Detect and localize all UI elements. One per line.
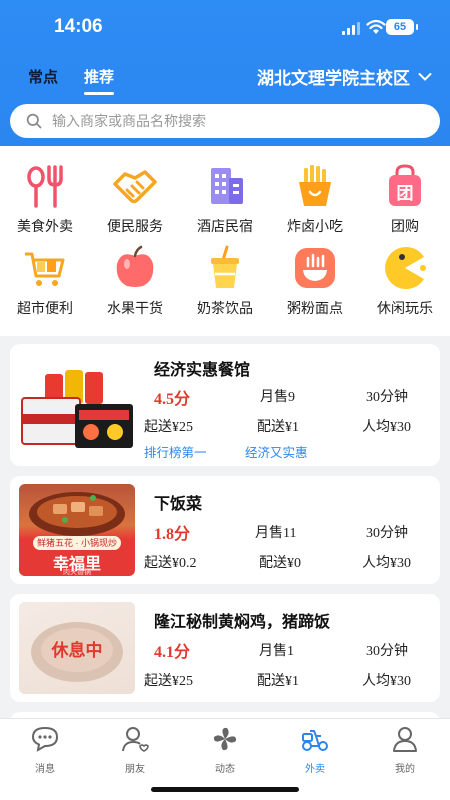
- noodle-bowl-icon: [291, 244, 339, 292]
- braised-pork-image: [29, 492, 125, 536]
- group-buy-bag-icon: 团: [381, 162, 429, 210]
- friends-icon: [122, 727, 149, 752]
- feed-tabs: 常点 推荐: [28, 66, 115, 95]
- nav-moments[interactable]: 动态: [195, 725, 255, 775]
- search-bar[interactable]: [10, 104, 440, 138]
- fries-icon: [291, 162, 339, 210]
- nav-label: 外卖: [305, 764, 325, 775]
- store-thumbnail: 休息中: [19, 602, 135, 694]
- delivery-time: 30分钟: [366, 526, 408, 541]
- delivery-fee: 配送¥1: [257, 420, 299, 435]
- category-label: 水果干货: [107, 300, 163, 316]
- monthly-sales: 月售11: [255, 526, 297, 541]
- fork-spoon-icon: [21, 162, 69, 210]
- category-label: 酒店民宿: [197, 218, 253, 234]
- nav-label: 动态: [215, 764, 235, 775]
- battery-icon: 65: [386, 19, 418, 35]
- store-name: 经济实惠餐馆: [154, 362, 251, 379]
- store-tag: 排行榜第一: [144, 446, 207, 460]
- delivery-fee: 配送¥0: [259, 556, 301, 571]
- nav-friends[interactable]: 朋友: [105, 725, 165, 775]
- store-rating: 4.1分: [154, 644, 191, 661]
- min-order: 起送¥25: [144, 674, 193, 689]
- hotel-building-icon: [201, 162, 249, 210]
- per-capita: 人均¥30: [362, 420, 411, 435]
- store-card[interactable]: 鲜猪五花 · 小锅现炒 幸福里 肉夹香锅 下饭菜 1.8分 月售11 30分钟 …: [10, 476, 440, 584]
- category-fried-snacks[interactable]: 炸卤小吃: [270, 162, 360, 236]
- category-label: 团购: [391, 218, 419, 234]
- per-capita: 人均¥30: [362, 674, 411, 689]
- tab-recommended[interactable]: 推荐: [84, 66, 115, 95]
- store-thumbnail: 鲜猪五花 · 小锅现炒 幸福里 肉夹香锅: [19, 484, 135, 576]
- group-buy-badge: 团: [396, 183, 414, 203]
- resting-overlay: 休息中: [19, 602, 135, 694]
- category-convenience-service[interactable]: 便民服务: [90, 162, 180, 236]
- category-noodles[interactable]: 粥粉面点: [270, 244, 360, 318]
- store-card[interactable]: 休息中 隆江秘制黄焖鸡，猪蹄饭 4.1分 月售1 30分钟 起送¥25 配送¥1…: [10, 594, 440, 702]
- category-label: 超市便利: [17, 300, 73, 316]
- monthly-sales: 月售1: [259, 644, 294, 659]
- status-time: 14:06: [54, 16, 103, 37]
- nav-takeout[interactable]: 外卖: [285, 725, 345, 775]
- category-fruit[interactable]: 水果干货: [90, 244, 180, 318]
- category-grid: 美食外卖 便民服务 酒店民宿 炸卤小吃 团 团购 超市便利 水果干货 奶茶饮品 …: [0, 146, 450, 336]
- delivery-fee: 配送¥1: [257, 674, 299, 689]
- delivery-scooter-icon: [302, 730, 328, 751]
- category-food-delivery[interactable]: 美食外卖: [0, 162, 90, 236]
- search-icon: [26, 113, 42, 129]
- nav-label: 朋友: [125, 764, 145, 775]
- per-capita: 人均¥30: [362, 556, 411, 571]
- store-name: 隆江秘制黄焖鸡，猪蹄饭: [154, 614, 331, 631]
- status-bar: 14:06 65: [0, 14, 450, 40]
- monthly-sales: 月售9: [260, 390, 295, 405]
- category-leisure[interactable]: 休闲玩乐: [360, 244, 450, 318]
- milk-tea-icon: [201, 244, 249, 292]
- chevron-down-icon: [418, 72, 432, 81]
- store-thumbnail: [19, 358, 139, 454]
- search-input[interactable]: [52, 113, 382, 129]
- category-milk-tea[interactable]: 奶茶饮品: [180, 244, 270, 318]
- campus-selector[interactable]: 湖北文理学院主校区: [257, 64, 432, 89]
- message-bubble-icon: [31, 726, 59, 752]
- apple-icon: [111, 244, 159, 292]
- store-tag: 经济又实惠: [245, 446, 308, 460]
- pinwheel-icon: [213, 727, 237, 751]
- campus-name: 湖北文理学院主校区: [257, 69, 410, 88]
- category-group-buy[interactable]: 团 团购: [360, 162, 450, 236]
- handshake-icon: [111, 162, 159, 210]
- min-order: 起送¥25: [144, 420, 193, 435]
- home-indicator[interactable]: [151, 787, 299, 792]
- category-label: 便民服务: [107, 218, 163, 234]
- category-label: 炸卤小吃: [287, 218, 343, 234]
- delivery-time: 30分钟: [366, 390, 408, 405]
- bottom-nav: 消息 朋友 动态 外卖 我的: [0, 718, 450, 800]
- category-supermarket[interactable]: 超市便利: [0, 244, 90, 318]
- category-label: 奶茶饮品: [197, 300, 253, 316]
- cellular-signal-icon: [342, 22, 360, 35]
- delivery-time: 30分钟: [366, 644, 408, 659]
- top-header: 14:06 65 常点 推荐 湖北文理学院主校区: [0, 0, 450, 146]
- tab-frequent[interactable]: 常点: [28, 66, 58, 87]
- category-label: 粥粉面点: [287, 300, 343, 316]
- nav-profile[interactable]: 我的: [375, 725, 435, 775]
- store-name: 下饭菜: [154, 496, 203, 513]
- store-card[interactable]: 经济实惠餐馆 4.5分 月售9 30分钟 起送¥25 配送¥1 人均¥30 排行…: [10, 344, 440, 466]
- snack-products-image: [21, 370, 133, 448]
- nav-label: 我的: [395, 764, 415, 775]
- profile-icon: [393, 727, 417, 752]
- category-label: 休闲玩乐: [377, 300, 433, 316]
- store-rating: 4.5分: [154, 391, 191, 408]
- banner-slogan: 鲜猪五花 · 小锅现炒: [33, 536, 121, 550]
- nav-messages[interactable]: 消息: [15, 725, 75, 775]
- min-order: 起送¥0.2: [144, 556, 197, 571]
- nav-label: 消息: [35, 764, 55, 775]
- banner-subtitle: 肉夹香锅: [63, 569, 91, 576]
- store-rating: 1.8分: [154, 526, 191, 543]
- shopping-cart-icon: [21, 244, 69, 292]
- pacman-icon: [381, 244, 429, 292]
- category-label: 美食外卖: [17, 218, 73, 234]
- wifi-icon: [366, 19, 386, 34]
- category-hotel[interactable]: 酒店民宿: [180, 162, 270, 236]
